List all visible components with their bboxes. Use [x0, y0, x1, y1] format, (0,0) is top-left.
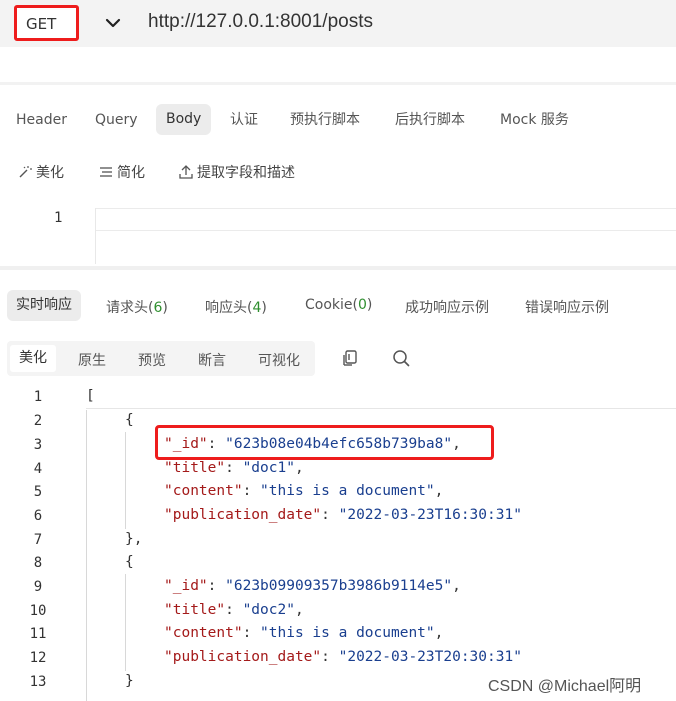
json-row: "publication_date": "2022-03-23T16:30:31… [164, 507, 522, 523]
view-preview[interactable]: 预览 [138, 350, 166, 370]
current-line-highlight [96, 208, 676, 231]
line-number: 3 [33, 437, 43, 453]
beautify-label: 美化 [36, 165, 64, 181]
json-value: "623b09909357b3986b9114e5" [225, 578, 453, 594]
indent-guide [125, 574, 126, 671]
tab-label: Cookie( [305, 297, 358, 313]
view-raw[interactable]: 原生 [78, 350, 106, 370]
method-label: GET [26, 15, 57, 33]
divider [86, 408, 676, 409]
line-number: 5 [33, 484, 43, 500]
json-key: "publication_date" [164, 649, 322, 665]
view-visualize[interactable]: 可视化 [258, 350, 300, 370]
indent-guide [125, 432, 126, 529]
json-value: "2022-03-23T20:30:31" [338, 649, 522, 665]
json-key: "title" [164, 602, 226, 618]
json-key: "title" [164, 460, 226, 476]
json-brace: }, [125, 531, 143, 547]
line-number: 10 [29, 603, 47, 619]
line-number: 7 [33, 532, 43, 548]
view-assert[interactable]: 断言 [198, 350, 226, 370]
tab-query[interactable]: Query [95, 111, 138, 133]
json-row: "title": "doc2", [164, 602, 304, 618]
divider [0, 266, 676, 270]
line-number: 6 [33, 508, 43, 524]
json-row: "content": "this is a document", [164, 483, 444, 499]
line-number: 13 [29, 674, 47, 690]
body-editor[interactable] [95, 208, 676, 264]
json-value: "this is a document" [260, 483, 435, 499]
line-number: 9 [33, 579, 43, 595]
json-key: "_id" [164, 578, 208, 594]
tab-cookie[interactable]: Cookie(0) [305, 297, 372, 313]
simplify-label: 简化 [117, 165, 145, 181]
tab-auth[interactable]: 认证 [230, 111, 258, 133]
indent-guide [86, 410, 87, 701]
tab-response-headers[interactable]: 响应头(4) [205, 297, 267, 317]
watermark: CSDN @Michael阿明 [488, 678, 642, 695]
tab-success-example[interactable]: 成功响应示例 [405, 297, 489, 317]
json-key: "publication_date" [164, 507, 322, 523]
tab-label-close: ) [162, 300, 168, 316]
json-value: "doc2" [242, 602, 295, 618]
id-highlight-annotation [155, 425, 494, 460]
tab-request-headers[interactable]: 请求头(6) [106, 297, 168, 317]
json-row: "publication_date": "2022-03-23T20:30:31… [164, 649, 522, 665]
tab-header[interactable]: Header [16, 111, 67, 133]
chevron-down-icon[interactable] [103, 13, 123, 33]
json-key: "content" [164, 625, 243, 641]
tab-label-close: ) [366, 297, 373, 313]
beautify-button[interactable]: 美化 [17, 162, 64, 182]
json-row: "title": "doc1", [164, 460, 304, 476]
magic-wand-icon [19, 166, 32, 178]
json-value: "doc1" [242, 460, 295, 476]
simplify-button[interactable]: 简化 [98, 162, 145, 182]
json-row: "content": "this is a document", [164, 625, 444, 641]
extract-fields-button[interactable]: 提取字段和描述 [178, 162, 295, 182]
request-url-bar: GET http://127.0.0.1:8001/posts [0, 0, 676, 47]
json-value: "this is a document" [260, 625, 435, 641]
tab-body[interactable]: Body [156, 104, 212, 135]
tab-label: 响应头( [205, 300, 253, 316]
tab-post-script[interactable]: 后执行脚本 [395, 111, 465, 133]
tab-pre-script[interactable]: 预执行脚本 [290, 111, 360, 133]
json-brace: } [125, 673, 134, 689]
line-number: 11 [29, 626, 47, 642]
line-number: 4 [33, 461, 43, 477]
json-brace: { [125, 412, 134, 428]
upload-icon [179, 165, 193, 179]
line-number: 2 [33, 413, 43, 429]
editor-line-number: 1 [54, 210, 63, 226]
extract-fields-label: 提取字段和描述 [197, 165, 295, 181]
tab-label-close: ) [261, 300, 267, 316]
method-select[interactable]: GET [14, 5, 79, 41]
line-number: 12 [29, 650, 47, 666]
copy-icon[interactable] [342, 349, 360, 367]
line-number: 1 [33, 389, 43, 405]
json-row: "_id": "623b09909357b3986b9114e5", [164, 578, 461, 594]
search-icon[interactable] [392, 349, 410, 367]
list-icon [100, 167, 112, 177]
line-number: 8 [33, 555, 43, 571]
json-bracket: [ [86, 388, 95, 404]
tab-error-example[interactable]: 错误响应示例 [525, 297, 609, 317]
tab-realtime-response[interactable]: 实时响应 [7, 290, 81, 321]
tab-mock-service[interactable]: Mock 服务 [500, 111, 569, 133]
count-badge: 0 [357, 297, 367, 313]
json-key: "content" [164, 483, 243, 499]
url-input[interactable]: http://127.0.0.1:8001/posts [148, 11, 373, 33]
tab-label: 请求头( [106, 300, 154, 316]
divider [0, 82, 676, 85]
json-brace: { [125, 554, 134, 570]
json-value: "2022-03-23T16:30:31" [338, 507, 522, 523]
view-beautify[interactable]: 美化 [10, 345, 56, 372]
